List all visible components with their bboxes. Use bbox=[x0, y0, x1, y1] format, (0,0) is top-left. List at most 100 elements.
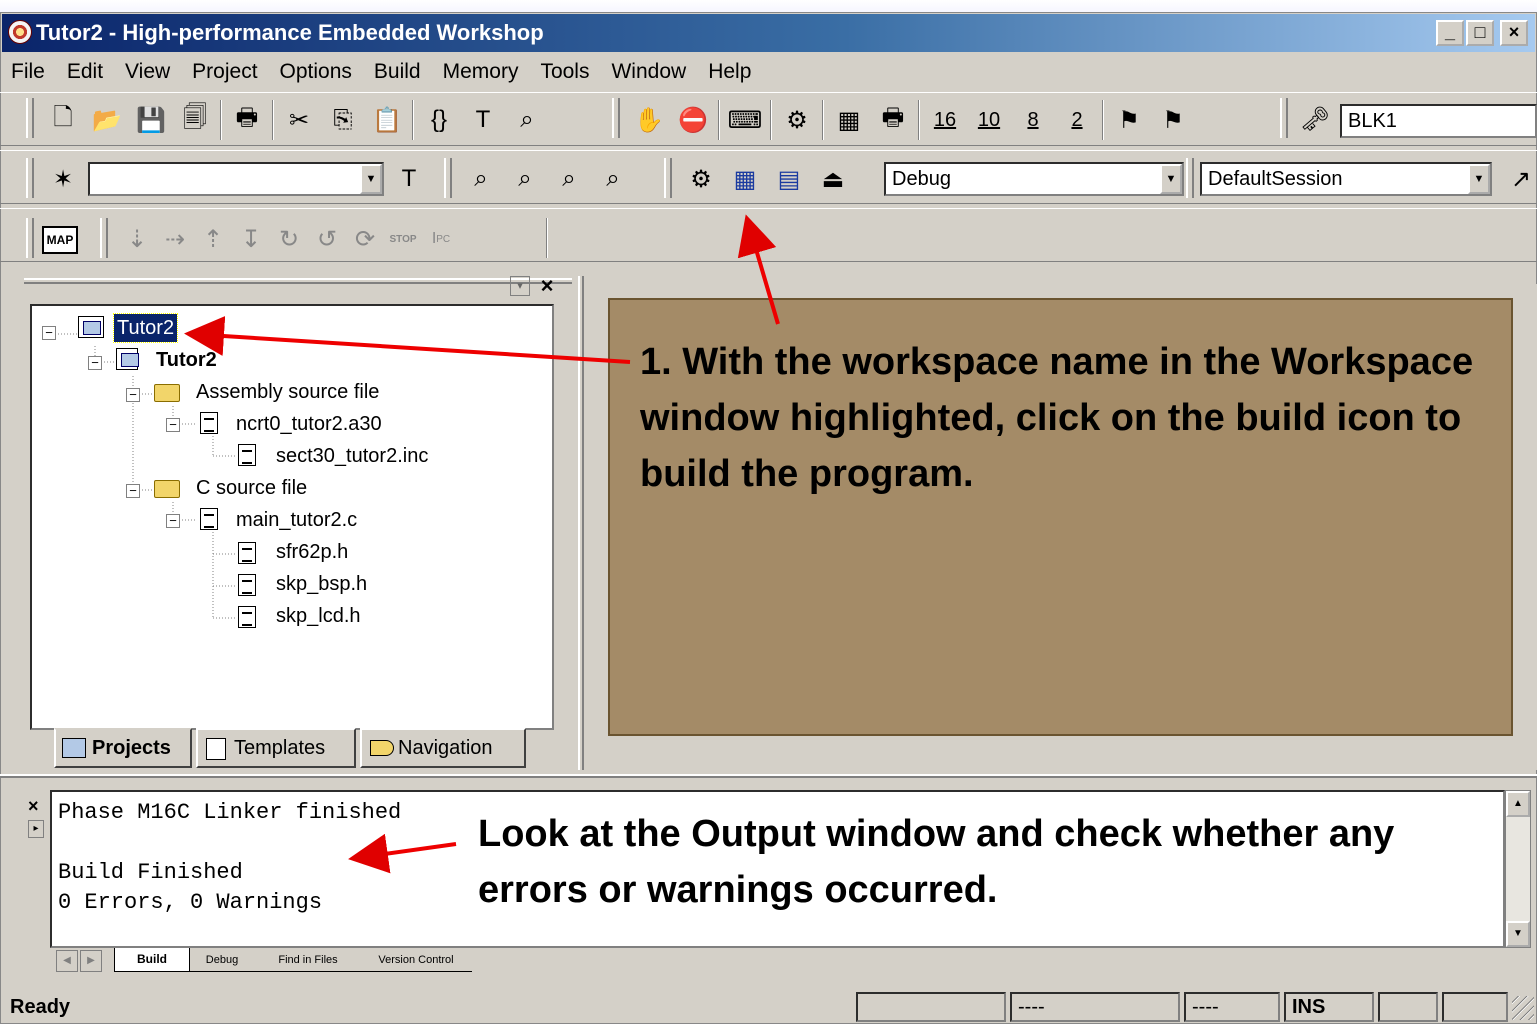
bookmark-clear-icon[interactable]: ⌕ bbox=[594, 160, 632, 198]
menu-edit[interactable]: Edit bbox=[56, 54, 114, 90]
stop-icon[interactable]: STOP bbox=[384, 220, 422, 258]
block-icon[interactable]: 🗝 bbox=[1296, 100, 1334, 138]
compile-icon[interactable]: ⚙ bbox=[682, 160, 720, 198]
braces-icon[interactable]: {} bbox=[420, 101, 458, 139]
tab-scroll-left-icon[interactable]: ◀ bbox=[56, 950, 78, 972]
register-icon[interactable]: ▦ bbox=[830, 101, 868, 139]
build-icon[interactable]: ▦ bbox=[726, 160, 764, 198]
workspace-menu-icon[interactable]: ▾ bbox=[510, 276, 530, 296]
toolbar-grip[interactable] bbox=[26, 158, 34, 198]
menu-memory[interactable]: Memory bbox=[432, 54, 530, 90]
go-icon[interactable]: ↻ bbox=[270, 220, 308, 258]
set-pc-icon[interactable]: I PC bbox=[422, 220, 460, 258]
step-in-icon[interactable]: ⇣ bbox=[118, 220, 156, 258]
search-combo[interactable]: ▼ bbox=[88, 162, 384, 196]
binoculars-icon[interactable]: ⌕ bbox=[508, 101, 546, 139]
tree-item-file[interactable]: skp_bsp.h bbox=[276, 570, 367, 598]
tab-navigation[interactable]: Navigation bbox=[360, 728, 526, 768]
hand-icon[interactable]: ✋ bbox=[630, 101, 668, 139]
menu-project[interactable]: Project bbox=[181, 54, 268, 90]
expand-collapse-icon[interactable]: − bbox=[166, 514, 180, 528]
chevron-down-icon[interactable]: ▼ bbox=[1468, 164, 1490, 194]
output-tab-version-control[interactable]: Version Control bbox=[360, 950, 472, 972]
find-text-icon[interactable]: T bbox=[464, 101, 502, 139]
chevron-down-icon[interactable]: ▼ bbox=[360, 164, 382, 194]
maximize-button[interactable]: □ bbox=[1466, 20, 1494, 46]
stop-build-icon[interactable]: ⏏ bbox=[814, 160, 852, 198]
tab-projects[interactable]: Projects bbox=[54, 728, 192, 768]
toolbar-grip[interactable] bbox=[444, 158, 452, 198]
menu-window[interactable]: Window bbox=[600, 54, 697, 90]
toolbar-grip[interactable] bbox=[1186, 158, 1194, 198]
workspace-close-icon[interactable]: × bbox=[536, 275, 558, 298]
tree-item-file[interactable]: ncrt0_tutor2.a30 bbox=[236, 410, 382, 438]
tree-item-project[interactable]: Tutor2 bbox=[156, 346, 217, 374]
copy-icon[interactable]: ⎘ bbox=[324, 101, 362, 139]
trace-alt-icon[interactable]: ⚑ bbox=[1154, 101, 1192, 139]
tree-item-folder[interactable]: Assembly source file bbox=[196, 378, 379, 406]
bookmark-next-icon[interactable]: ⌕ bbox=[506, 160, 544, 198]
session-combo[interactable]: DefaultSession ▼ bbox=[1200, 162, 1492, 196]
step-out-icon[interactable]: ⇡ bbox=[194, 220, 232, 258]
step-over-icon[interactable]: ⇢ bbox=[156, 220, 194, 258]
scroll-down-icon[interactable]: ▼ bbox=[1506, 921, 1530, 947]
output-tab-find-in-files[interactable]: Find in Files bbox=[256, 950, 360, 972]
bookmark-prev-icon[interactable]: ⌕ bbox=[550, 160, 588, 198]
minimize-button[interactable]: _ bbox=[1436, 20, 1464, 46]
menu-tools[interactable]: Tools bbox=[529, 54, 600, 90]
build-all-icon[interactable]: ▤ bbox=[770, 160, 808, 198]
tab-scroll-right-icon[interactable]: ▶ bbox=[80, 950, 102, 972]
radix-2-button[interactable]: 2 bbox=[1058, 101, 1096, 139]
reset-go-icon[interactable]: ↺ bbox=[308, 220, 346, 258]
map-icon[interactable]: MAP bbox=[42, 226, 78, 254]
save-icon[interactable]: 💾 bbox=[132, 101, 170, 139]
stop-hand-icon[interactable]: ⛔ bbox=[674, 101, 712, 139]
trace-icon[interactable]: ⚑ bbox=[1110, 101, 1148, 139]
app-icon[interactable] bbox=[8, 20, 32, 44]
vertical-splitter[interactable] bbox=[578, 276, 584, 770]
bookmark-icon[interactable]: ⌕ bbox=[462, 160, 500, 198]
output-scrollbar[interactable]: ▲ ▼ bbox=[1505, 790, 1531, 948]
scroll-up-icon[interactable]: ▲ bbox=[1506, 791, 1530, 817]
toolbar-grip[interactable] bbox=[100, 218, 108, 258]
save-all-icon[interactable]: 🗐 bbox=[176, 101, 214, 139]
expand-collapse-icon[interactable]: − bbox=[126, 388, 140, 402]
wizard-icon[interactable]: ✶ bbox=[44, 160, 82, 198]
menu-view[interactable]: View bbox=[114, 54, 181, 90]
tree-item-folder[interactable]: C source file bbox=[196, 474, 307, 502]
output-tab-debug[interactable]: Debug bbox=[188, 950, 256, 972]
tree-item-file[interactable]: sfr62p.h bbox=[276, 538, 348, 566]
menu-build[interactable]: Build bbox=[363, 54, 432, 90]
radix-16-button[interactable]: 16 bbox=[926, 101, 964, 139]
find-text-icon[interactable]: T bbox=[390, 160, 428, 198]
tree-item-file[interactable]: main_tutor2.c bbox=[236, 506, 357, 534]
tree-item-file[interactable]: skp_lcd.h bbox=[276, 602, 361, 630]
expand-collapse-icon[interactable]: − bbox=[42, 326, 56, 340]
connect-icon[interactable]: ↗ bbox=[1506, 160, 1536, 198]
chevron-down-icon[interactable]: ▼ bbox=[1160, 164, 1182, 194]
expand-collapse-icon[interactable]: − bbox=[88, 356, 102, 370]
menu-options[interactable]: Options bbox=[269, 54, 363, 90]
menu-file[interactable]: File bbox=[0, 54, 56, 90]
memory-print-icon[interactable]: 🖶 bbox=[874, 101, 912, 139]
toolbar-grip[interactable] bbox=[26, 98, 34, 138]
menu-help[interactable]: Help bbox=[697, 54, 762, 90]
output-dock-icon[interactable]: ▸ bbox=[28, 820, 44, 838]
command-line-icon[interactable]: ⌨ bbox=[726, 101, 764, 139]
output-tab-build[interactable]: Build bbox=[114, 948, 190, 972]
expand-collapse-icon[interactable]: − bbox=[166, 418, 180, 432]
tree-item-file[interactable]: sect30_tutor2.inc bbox=[276, 442, 428, 470]
block-combo[interactable]: BLK1 bbox=[1340, 104, 1537, 138]
new-file-icon[interactable]: 🗋 bbox=[44, 101, 82, 139]
go-cursor-icon[interactable]: ⟳ bbox=[346, 220, 384, 258]
tree-item-workspace[interactable]: Tutor2 bbox=[112, 313, 179, 343]
toolbar-grip[interactable] bbox=[664, 158, 672, 198]
toolbar-grip[interactable] bbox=[1280, 98, 1288, 138]
tab-templates[interactable]: Templates bbox=[196, 728, 356, 768]
tools-icon[interactable]: ⚙ bbox=[778, 101, 816, 139]
resize-grip-icon[interactable] bbox=[1512, 996, 1534, 1020]
paste-icon[interactable]: 📋 bbox=[368, 101, 406, 139]
close-button[interactable]: × bbox=[1500, 20, 1528, 46]
radix-8-button[interactable]: 8 bbox=[1014, 101, 1052, 139]
toolbar-grip[interactable] bbox=[612, 98, 620, 138]
